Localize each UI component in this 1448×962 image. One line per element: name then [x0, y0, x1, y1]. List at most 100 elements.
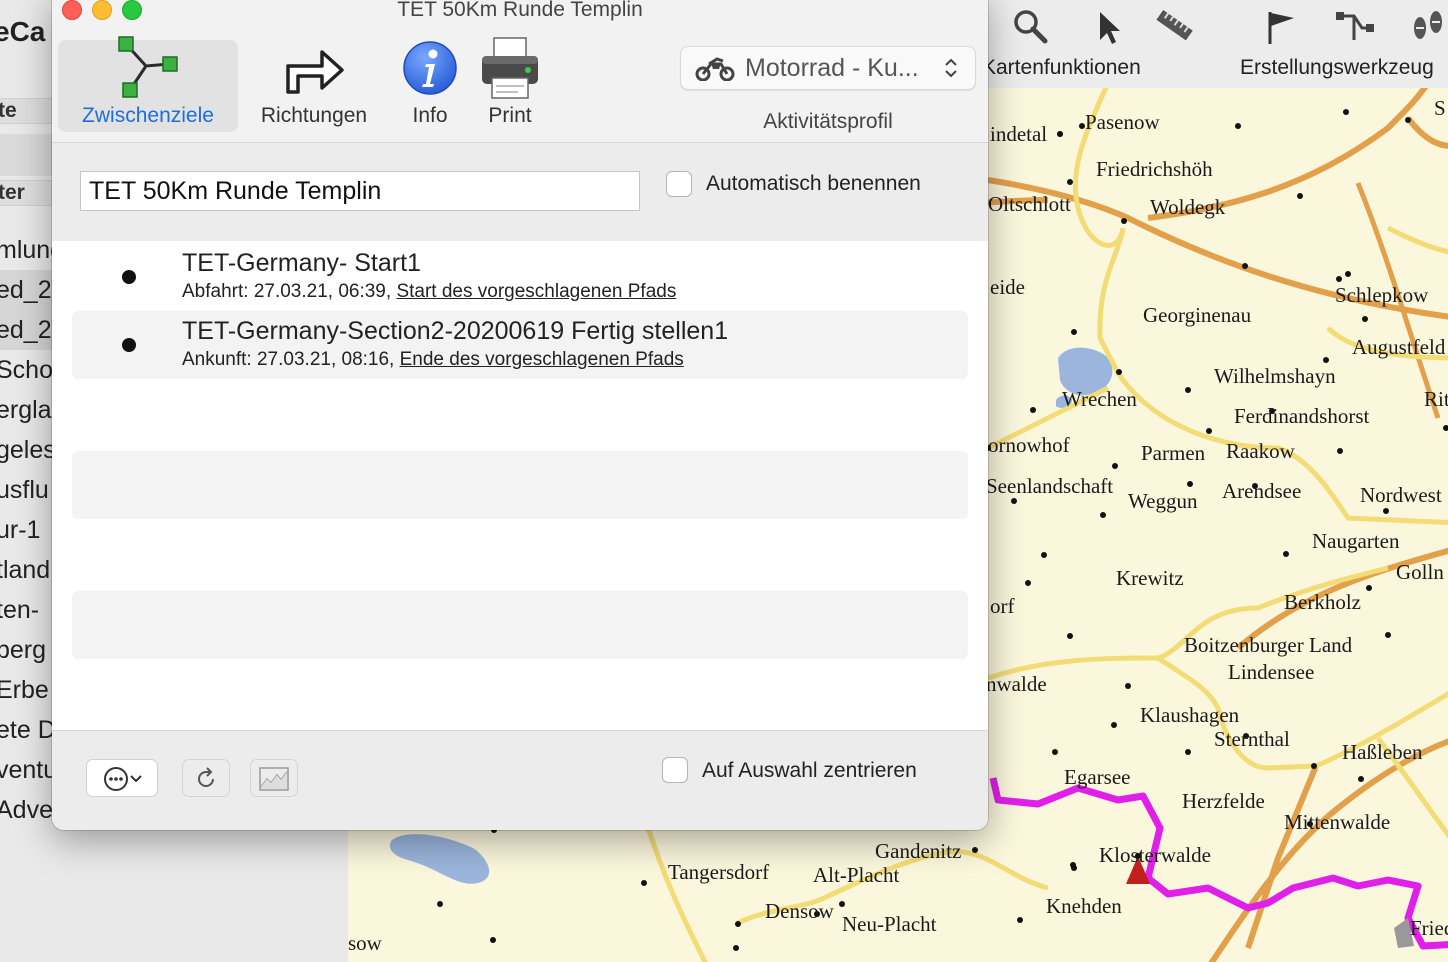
pointer-icon[interactable] — [1088, 6, 1128, 46]
sidebar-item[interactable]: Scho — [0, 356, 53, 385]
turn-right-arrow-icon — [286, 50, 344, 94]
tab-directions[interactable]: Richtungen — [248, 40, 380, 132]
tab-waypoints-label: Zwischenziele — [82, 104, 214, 127]
map-label: Pasenow — [1085, 110, 1160, 134]
map-label: nwalde — [986, 672, 1047, 696]
flag-icon[interactable] — [1260, 6, 1300, 46]
more-options-button[interactable] — [86, 759, 158, 797]
map-label: Friedrichshöh — [1096, 157, 1213, 181]
sidebar-item[interactable]: usflu — [0, 476, 49, 505]
footprints-icon[interactable] — [1408, 6, 1448, 46]
waypoint-path-link[interactable]: Ende des vorgeschlagenen Pfads — [400, 349, 684, 370]
sidebar-item[interactable]: ergla — [0, 396, 52, 425]
empty-list-row — [72, 591, 968, 659]
tab-print[interactable]: Print — [472, 37, 548, 132]
app-title: eCa — [0, 16, 46, 47]
map-label: ornowhof — [988, 433, 1070, 457]
map-label: S — [1434, 96, 1446, 120]
map-label: sow — [348, 931, 382, 955]
route-name-input[interactable] — [80, 171, 640, 211]
map-label: Krewitz — [1116, 566, 1184, 590]
map-functions-label: Kartenfunktionen — [982, 56, 1141, 79]
tab-print-label: Print — [488, 104, 532, 127]
auto-name-checkbox[interactable] — [666, 171, 692, 197]
waypoint-name: TET-Germany- Start1 — [182, 249, 421, 277]
sidebar-item[interactable]: ed_2 — [0, 316, 52, 345]
waypoint-detail: Ankunft: 27.03.21, 08:16, Ende des vorge… — [182, 349, 684, 370]
list-item[interactable]: TET-Germany- Start1 Abfahrt: 27.03.21, 0… — [72, 243, 968, 311]
tab-info[interactable]: Info — [390, 40, 470, 132]
map-label: Tangersdorf — [668, 860, 770, 884]
search-icon[interactable] — [1010, 6, 1050, 46]
map-label: Nordwest — [1360, 483, 1442, 507]
motorcycle-icon — [695, 57, 735, 81]
tab-directions-label: Richtungen — [260, 104, 368, 127]
sidebar-item[interactable]: Erbe — [0, 676, 49, 705]
info-icon — [403, 41, 457, 95]
waypoint-list: TET-Germany- Start1 Abfahrt: 27.03.21, 0… — [52, 241, 988, 730]
map-label: Klaushagen — [1140, 703, 1240, 727]
map-label: Klosterwalde — [1099, 843, 1211, 867]
map-label: Egarsee — [1064, 765, 1131, 789]
map-label: Georginenau — [1143, 303, 1252, 327]
map-label: Raakow — [1226, 439, 1295, 463]
activity-profile-select[interactable]: Motorrad - Ku... — [680, 46, 976, 90]
map-label: Seenlandschaft — [986, 474, 1114, 498]
sidebar-item[interactable]: ur-1 — [0, 516, 40, 545]
map-label: Golln — [1396, 560, 1444, 584]
map-label: Knehden — [1046, 894, 1122, 918]
activity-profile-label: Aktivitätsprofil — [763, 110, 893, 133]
sidebar-item[interactable]: Adve — [0, 796, 53, 825]
list-item[interactable]: TET-Germany-Section2-20200619 Fertig ste… — [72, 311, 968, 379]
auto-name-label: Automatisch benennen — [706, 172, 921, 195]
creation-tools-label: Erstellungswerkzeug — [1240, 56, 1434, 79]
sidebar-item[interactable]: ten- — [0, 596, 39, 625]
dialog-footer: Auf Auswahl zentrieren — [52, 730, 988, 830]
sidebar-item[interactable]: berg — [0, 636, 46, 665]
sidebar-item[interactable]: tland — [0, 556, 50, 585]
map-label: Boitzenburger Land — [1184, 633, 1353, 657]
route-name-area: Automatisch benennen — [52, 142, 988, 242]
map-label: Neu-Placht — [842, 912, 937, 936]
map-label: Augustfeld — [1352, 335, 1446, 359]
center-on-selection-label: Auf Auswahl zentrieren — [702, 759, 917, 782]
map-label: Sternthal — [1214, 727, 1290, 751]
tab-info-label: Info — [412, 104, 448, 127]
route-tool-icon[interactable] — [1334, 6, 1374, 46]
elevation-profile-button[interactable] — [250, 759, 298, 797]
waypoint-detail: Abfahrt: 27.03.21, 06:39, Start des vorg… — [182, 281, 677, 302]
map-label: Wilhelmshayn — [1214, 364, 1336, 388]
chart-icon — [259, 767, 289, 791]
map-label: Weggun — [1128, 489, 1198, 513]
map-label: Ferdinandshorst — [1234, 404, 1370, 428]
center-on-selection-checkbox[interactable] — [662, 757, 688, 783]
map-label: eide — [990, 275, 1025, 299]
route-properties-dialog: TET 50Km Runde Templin Zwischenziele Ric… — [52, 0, 988, 830]
waypoint-path-link[interactable]: Start des vorgeschlagenen Pfads — [396, 281, 676, 302]
map-label: Berkholz — [1284, 590, 1361, 614]
map-label: Alt-Placht — [813, 863, 900, 887]
map-label: Oltschlott — [988, 192, 1071, 216]
waypoint-bullet — [122, 338, 136, 352]
map-label: Fried — [1410, 916, 1448, 940]
map-label: Woldegk — [1150, 195, 1226, 219]
activity-profile-value: Motorrad - Ku... — [745, 54, 919, 82]
sidebar-item[interactable]: ed_2 — [0, 276, 52, 305]
map-label: Lindensee — [1228, 660, 1315, 684]
map-label: orf — [990, 594, 1015, 618]
refresh-button[interactable] — [182, 759, 230, 797]
tab-waypoints[interactable]: Zwischenziele — [58, 36, 238, 132]
empty-list-row — [72, 451, 968, 519]
map-label: Gandenitz — [875, 839, 962, 863]
map-label: Haßleben — [1342, 740, 1423, 764]
map-label: Schlepkow — [1335, 283, 1429, 307]
sidebar-item[interactable]: geles — [0, 436, 56, 465]
ruler-icon[interactable] — [1154, 6, 1194, 46]
sidebar-item[interactable]: ete D — [0, 716, 56, 745]
map-label: Rittga — [1424, 387, 1448, 411]
waypoints-icon — [118, 36, 178, 98]
map-label: Parmen — [1141, 441, 1206, 465]
sidebar-item[interactable]: ventu — [0, 756, 57, 785]
map-label: Herzfelde — [1182, 789, 1265, 813]
map-label: Densow — [765, 899, 834, 923]
